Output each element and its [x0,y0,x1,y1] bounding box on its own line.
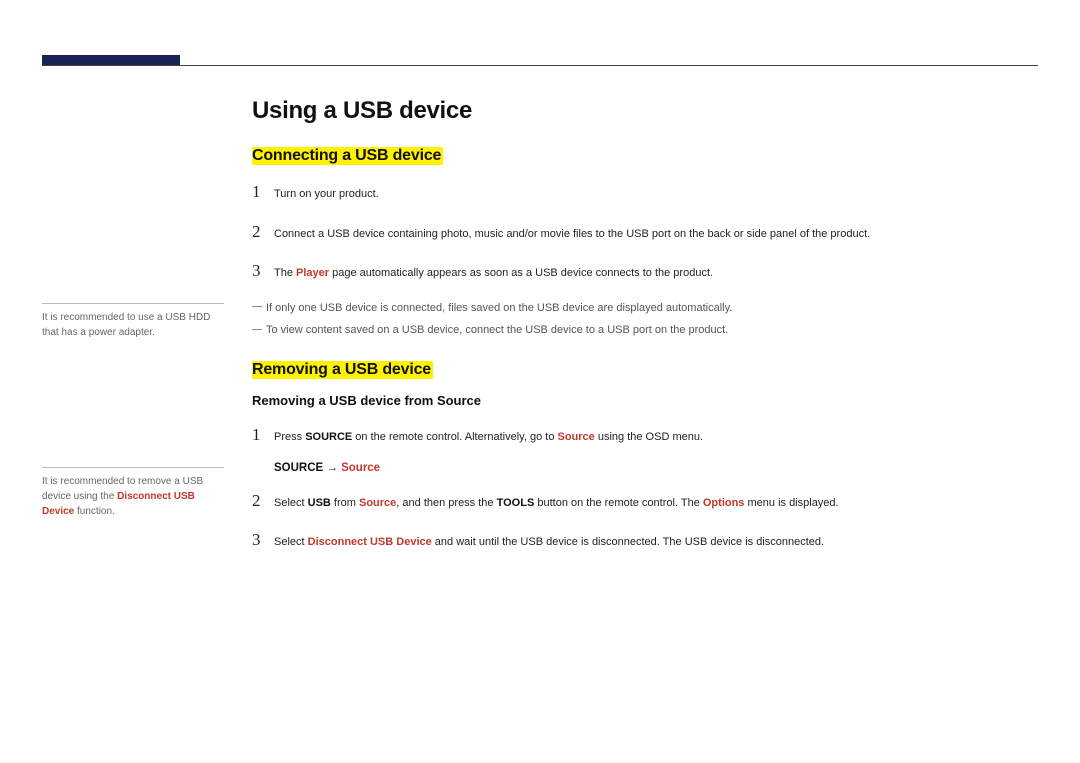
t: Select [274,497,308,509]
main-content: Using a USB device Connecting a USB devi… [252,97,1038,567]
subsection-heading: Removing a USB device from Source [252,393,1038,408]
step-item: 3 Select Disconnect USB Device and wait … [252,527,1038,553]
dash-icon [252,306,262,307]
sidebar-rule [42,467,224,468]
t-bold: SOURCE [305,431,352,443]
step-text: Select Disconnect USB Device and wait un… [274,534,1038,551]
step-item: 2 Select USB from Source, and then press… [252,488,1038,514]
sidebar-note-1: It is recommended to use a USB HDD that … [42,303,224,340]
section-heading-connecting: Connecting a USB device [252,147,1038,165]
navigation-path: SOURCE → Source [274,462,1038,474]
step-item: 1 Turn on your product. [252,179,1038,205]
t: on the remote control. Alternatively, go… [352,431,557,443]
note-text: To view content saved on a USB device, c… [266,324,728,336]
t-bold: USB [308,497,331,509]
t: using the OSD menu. [595,431,703,443]
step-number: 1 [252,179,274,205]
chapter-tab-marker [42,55,180,65]
t-accent: Source [359,497,396,509]
steps-connecting: 1 Turn on your product. 2 Connect a USB … [252,179,1038,284]
note-line: To view content saved on a USB device, c… [252,320,1038,341]
nav-accent: Source [341,462,380,474]
t: , and then press the [396,497,496,509]
t-bold: TOOLS [497,497,535,509]
step-text: Select USB from Source, and then press t… [274,495,1038,512]
step-text: The Player page automatically appears as… [274,265,1038,282]
step-item: 2 Connect a USB device containing photo,… [252,219,1038,245]
step-accent: Player [296,267,329,279]
t: menu is displayed. [744,497,838,509]
step-number: 3 [252,258,274,284]
step-item: 1 Press SOURCE on the remote control. Al… [252,422,1038,448]
step-number: 2 [252,488,274,514]
t-accent: Options [703,497,745,509]
step-pre: The [274,267,296,279]
nav-bold: SOURCE [274,462,323,474]
step-text: Connect a USB device containing photo, m… [274,226,1038,243]
step-text: Press SOURCE on the remote control. Alte… [274,429,1038,446]
section-heading-removing: Removing a USB device [252,361,1038,379]
sidebar-note-2: It is recommended to remove a USB device… [42,467,224,519]
t: Select [274,536,308,548]
note-text: If only one USB device is connected, fil… [266,302,732,314]
dash-icon [252,329,262,330]
t: button on the remote control. The [534,497,703,509]
sidebar-note-text: It is recommended to use a USB HDD that … [42,310,224,340]
t: and wait until the USB device is disconn… [432,536,824,548]
step-text: Turn on your product. [274,186,1038,203]
heading-highlight: Removing a USB device [252,361,433,379]
sidebar-note2-post: function. [74,506,115,517]
t-accent: Source [558,431,595,443]
t: Press [274,431,305,443]
sidebar-note-text: It is recommended to remove a USB device… [42,474,224,519]
step-post: page automatically appears as soon as a … [329,267,713,279]
arrow-icon: → [323,462,341,474]
page-title: Using a USB device [252,97,1038,125]
step-number: 3 [252,527,274,553]
top-horizontal-rule [42,65,1038,66]
step-number: 2 [252,219,274,245]
t: from [331,497,359,509]
step-number: 1 [252,422,274,448]
step-item: 3 The Player page automatically appears … [252,258,1038,284]
t-accent: Disconnect USB Device [308,536,432,548]
sidebar-rule [42,303,224,304]
heading-highlight: Connecting a USB device [252,147,443,165]
note-line: If only one USB device is connected, fil… [252,298,1038,319]
